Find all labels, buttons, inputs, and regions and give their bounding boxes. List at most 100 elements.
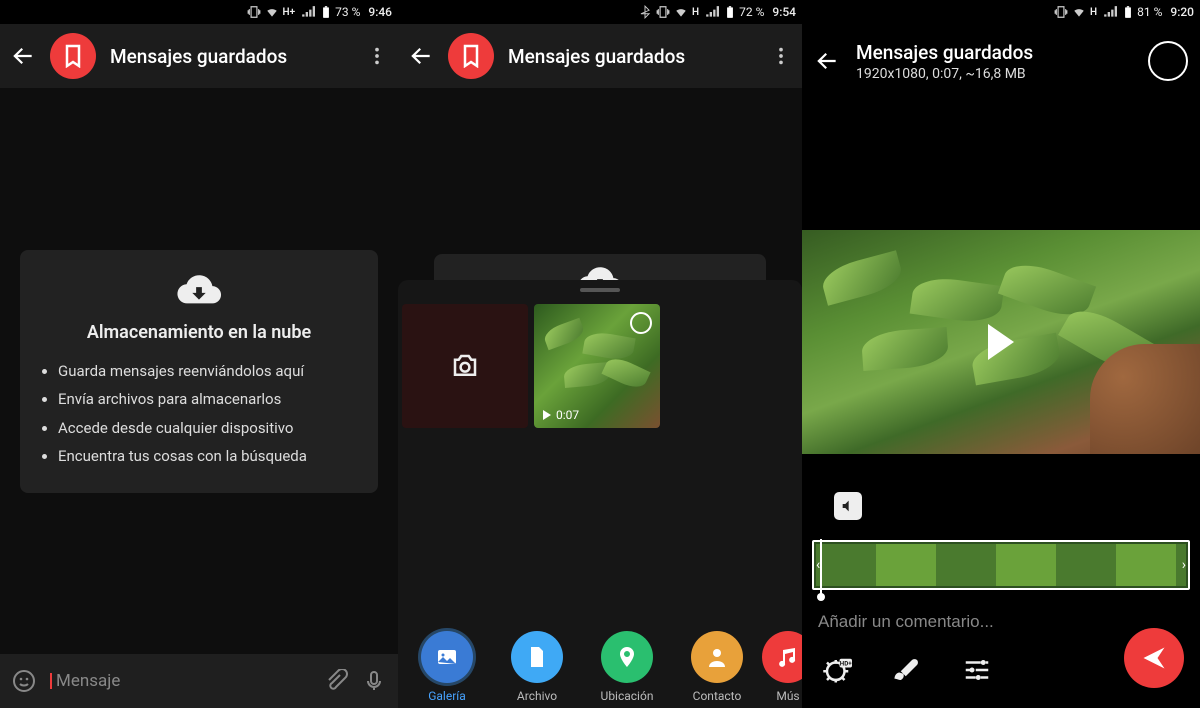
playhead[interactable] bbox=[820, 539, 822, 595]
tab-file[interactable]: Archivo bbox=[492, 631, 582, 703]
cloud-feature-list: Guarda mensajes reenviándolos aquí Envía… bbox=[38, 357, 360, 471]
signal-icon bbox=[705, 5, 719, 19]
camera-tile[interactable] bbox=[402, 304, 528, 428]
screen-attachment-picker: H 72 % 9:54 Mensajes guardados bbox=[398, 0, 802, 708]
status-bar: H+ 73 % 9:46 bbox=[0, 0, 398, 24]
tab-contact[interactable]: Contacto bbox=[672, 631, 762, 703]
clock: 9:54 bbox=[772, 5, 796, 19]
wifi-icon bbox=[674, 5, 688, 19]
avatar[interactable] bbox=[448, 33, 494, 79]
attachment-tabs: Galería Archivo Ubicación Contacto Mús bbox=[398, 626, 802, 708]
battery-percent: 73 % bbox=[335, 5, 360, 19]
more-icon[interactable] bbox=[366, 45, 388, 67]
avatar[interactable] bbox=[50, 33, 96, 79]
empty-state: Almacenamiento en la nube Guarda mensaje… bbox=[0, 88, 398, 654]
tab-location[interactable]: Ubicación bbox=[582, 631, 672, 703]
cloud-feature-item: Encuentra tus cosas con la búsqueda bbox=[58, 442, 360, 471]
editor-title: Mensajes guardados bbox=[856, 41, 1132, 64]
page-title: Mensajes guardados bbox=[110, 45, 352, 68]
gallery-video-tile[interactable]: 0:07 bbox=[534, 304, 660, 428]
app-bar: Mensajes guardados bbox=[398, 24, 802, 88]
back-icon[interactable] bbox=[10, 43, 36, 69]
svg-text:HD+: HD+ bbox=[840, 660, 852, 668]
play-icon[interactable] bbox=[988, 324, 1014, 360]
clock: 9:46 bbox=[368, 5, 392, 19]
editor-header: Mensajes guardados 1920x1080, 0:07, ~16,… bbox=[802, 24, 1200, 98]
battery-icon bbox=[319, 5, 333, 19]
network-type: H bbox=[692, 7, 699, 18]
tab-music[interactable]: Mús bbox=[762, 631, 802, 703]
image-icon bbox=[435, 645, 459, 669]
battery-icon bbox=[1121, 5, 1135, 19]
sheet-drag-handle[interactable] bbox=[580, 288, 620, 292]
back-icon[interactable] bbox=[814, 48, 840, 74]
message-input[interactable]: Mensaje bbox=[50, 671, 310, 691]
network-type: H bbox=[1090, 7, 1097, 18]
cloud-feature-item: Envía archivos para almacenarlos bbox=[58, 385, 360, 414]
screen-saved-messages-empty: H+ 73 % 9:46 Mensajes guardados Almacena… bbox=[0, 0, 398, 708]
video-duration-badge: 0:07 bbox=[542, 408, 579, 422]
clock: 9:20 bbox=[1170, 5, 1194, 19]
bookmark-icon bbox=[459, 44, 483, 68]
page-title: Mensajes guardados bbox=[508, 45, 756, 68]
cloud-feature-item: Accede desde cualquier dispositivo bbox=[58, 414, 360, 443]
status-bar: H 81 % 9:20 bbox=[802, 0, 1200, 24]
send-icon bbox=[1140, 644, 1168, 672]
signal-icon bbox=[1103, 5, 1117, 19]
gear-hd-icon: HD+ bbox=[822, 655, 852, 685]
gallery-row: 0:07 bbox=[398, 300, 802, 432]
bluetooth-icon bbox=[638, 5, 652, 19]
caption-input[interactable] bbox=[818, 612, 1184, 632]
trim-handle-right[interactable]: › bbox=[1182, 557, 1186, 573]
bookmark-icon bbox=[61, 44, 85, 68]
quality-button[interactable] bbox=[1148, 41, 1188, 81]
chat-area: 0:07 Galería Archivo Ubicación bbox=[398, 88, 802, 708]
cloud-card-title: Almacenamiento en la nube bbox=[38, 322, 360, 343]
back-icon[interactable] bbox=[408, 43, 434, 69]
timeline-frames bbox=[816, 544, 1186, 586]
wifi-icon bbox=[1072, 5, 1086, 19]
more-icon[interactable] bbox=[770, 45, 792, 67]
play-small-icon bbox=[542, 410, 552, 420]
camera-icon bbox=[450, 351, 480, 381]
video-metadata: 1920x1080, 0:07, ~16,8 MB bbox=[856, 66, 1132, 82]
cloud-download-icon bbox=[176, 272, 222, 308]
vibrate-icon bbox=[247, 5, 261, 19]
battery-indicator: 72 % bbox=[723, 5, 764, 19]
file-icon bbox=[525, 645, 549, 669]
network-type: H+ bbox=[283, 7, 296, 18]
app-bar: Mensajes guardados bbox=[0, 24, 398, 88]
message-input-bar: Mensaje bbox=[0, 654, 398, 708]
battery-percent: 81 % bbox=[1137, 5, 1162, 19]
sticker-icon[interactable] bbox=[12, 669, 36, 693]
battery-indicator: 73 % bbox=[319, 5, 360, 19]
attachment-sheet[interactable]: 0:07 Galería Archivo Ubicación bbox=[398, 280, 802, 708]
mic-icon[interactable] bbox=[362, 669, 386, 693]
attach-icon[interactable] bbox=[324, 669, 348, 693]
status-bar: H 72 % 9:54 bbox=[398, 0, 802, 24]
cloud-feature-item: Guarda mensajes reenviándolos aquí bbox=[58, 357, 360, 386]
vibrate-icon bbox=[1054, 5, 1068, 19]
video-trim-timeline[interactable]: ‹ › bbox=[812, 540, 1190, 590]
cloud-storage-card: Almacenamiento en la nube Guarda mensaje… bbox=[20, 250, 378, 493]
battery-percent: 72 % bbox=[739, 5, 764, 19]
quality-settings-button[interactable]: HD+ bbox=[822, 655, 852, 689]
brush-icon bbox=[892, 655, 922, 685]
video-preview[interactable] bbox=[802, 230, 1200, 454]
wifi-icon bbox=[265, 5, 279, 19]
speaker-icon bbox=[840, 498, 856, 514]
vibrate-icon bbox=[656, 5, 670, 19]
draw-button[interactable] bbox=[892, 655, 922, 689]
mute-button[interactable] bbox=[834, 492, 862, 520]
signal-icon bbox=[301, 5, 315, 19]
sliders-icon bbox=[962, 655, 992, 685]
battery-indicator: 81 % bbox=[1121, 5, 1162, 19]
send-button[interactable] bbox=[1124, 628, 1184, 688]
person-icon bbox=[705, 645, 729, 669]
battery-icon bbox=[723, 5, 737, 19]
tab-gallery[interactable]: Galería bbox=[402, 631, 492, 703]
tune-button[interactable] bbox=[962, 655, 992, 689]
music-icon bbox=[776, 645, 800, 669]
location-icon bbox=[615, 645, 639, 669]
editor-body: ‹ › HD+ bbox=[802, 98, 1200, 708]
